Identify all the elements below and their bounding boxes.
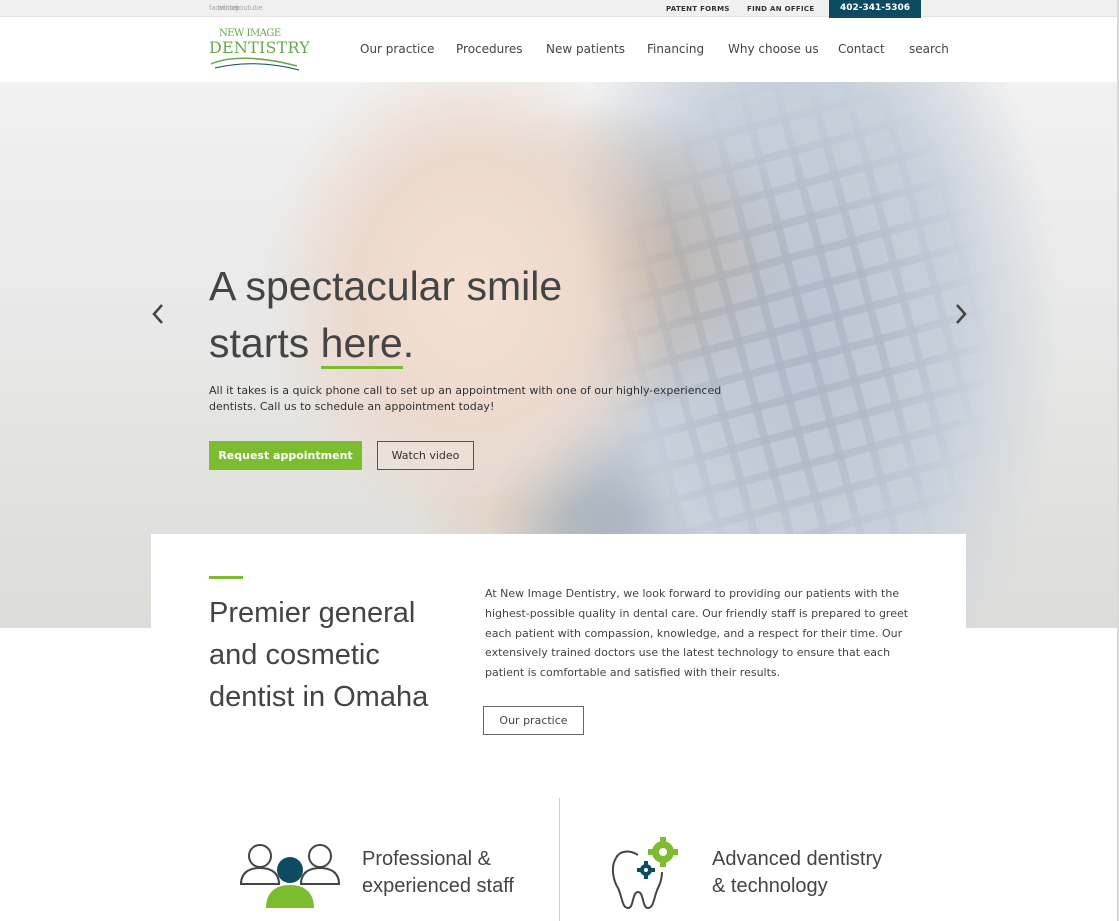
intro-title: Premier general and cosmetic dentist in … — [209, 597, 429, 713]
hero-title-line1: A spectacular smile — [209, 263, 563, 309]
nav-contact[interactable]: Contact — [838, 42, 885, 56]
hero-title: A spectacular smile starts here. — [209, 258, 562, 372]
nav-our-practice[interactable]: Our practice — [360, 42, 434, 56]
feature-staff-title: Professional & experienced staff — [362, 848, 514, 897]
utility-bar: facebooktwitteryoutube PATENT FORMS FIND… — [0, 0, 1119, 18]
nav-why-choose-us[interactable]: Why choose us — [728, 42, 819, 56]
feature-divider — [559, 798, 560, 921]
tooth-gear-icon — [611, 837, 678, 910]
people-icon — [239, 844, 341, 908]
find-office-link[interactable]: FIND AN OFFICE — [747, 5, 814, 13]
next-slide-arrow-icon[interactable] — [953, 302, 969, 326]
prev-slide-arrow-icon[interactable] — [150, 302, 166, 326]
patient-forms-link[interactable]: PATENT FORMS — [666, 5, 730, 13]
hero-title-line2: starts — [209, 320, 321, 366]
feature-technology-title: Advanced dentistry & technology — [712, 848, 883, 897]
intro-card: Premier general and cosmetic dentist in … — [151, 534, 966, 774]
social-links: facebooktwitteryoutube — [209, 4, 263, 12]
logo-swoosh-icon — [210, 57, 300, 71]
nav-search[interactable]: search — [909, 42, 949, 56]
accent-rule — [209, 576, 243, 579]
intro-text: At New Image Dentistry, we look forward … — [485, 587, 909, 680]
logo[interactable]: NEW IMAGE DENTISTRY — [209, 28, 310, 72]
hero-title-emphasis: here — [320, 320, 403, 369]
hero-description: All it takes is a quick phone call to se… — [209, 384, 722, 413]
request-appointment-button[interactable]: Request appointment — [209, 441, 362, 470]
site-header: NEW IMAGE DENTISTRY Our practice Procedu… — [0, 18, 1119, 82]
nav-new-patients[interactable]: New patients — [546, 42, 625, 56]
phone-button[interactable]: 402-341-5306 — [829, 0, 921, 18]
our-practice-button[interactable]: Our practice — [483, 706, 584, 735]
nav-financing[interactable]: Financing — [647, 42, 704, 56]
youtube-link[interactable]: youtube — [235, 4, 263, 12]
watch-video-button[interactable]: Watch video — [377, 441, 474, 470]
nav-procedures[interactable]: Procedures — [456, 42, 523, 56]
